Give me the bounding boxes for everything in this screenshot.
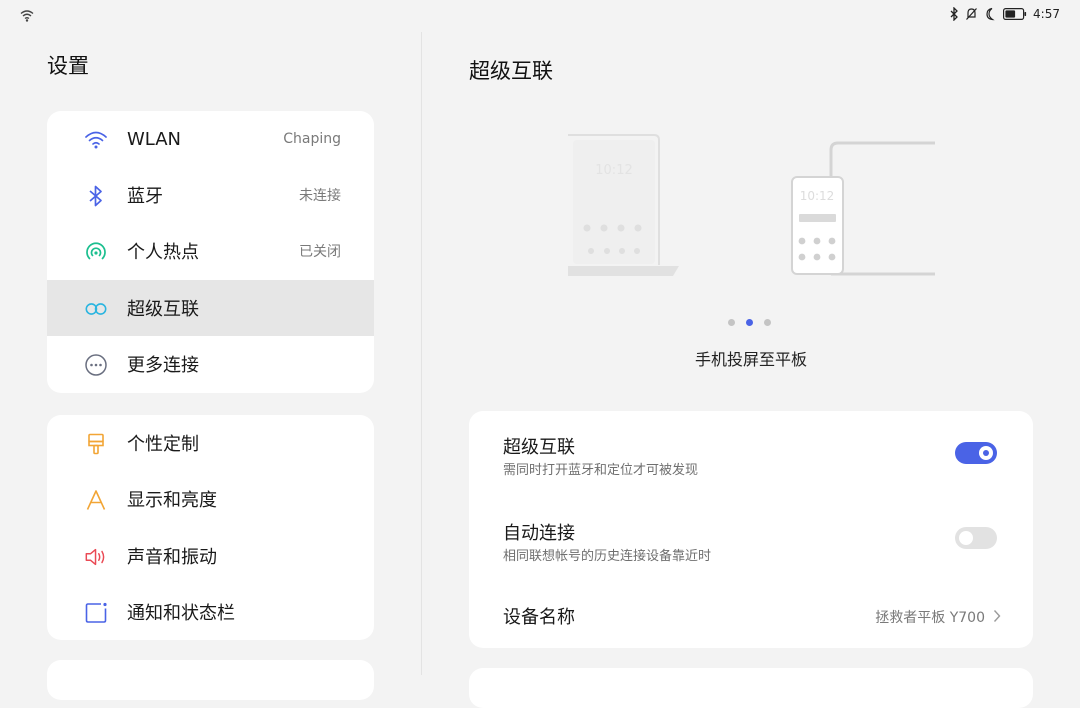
settings-item-label: 超级互联 [127,299,199,320]
settings-item-label: 个人热点 [127,242,199,263]
personalization-card: 个性定制 显示和亮度 声音和振动 通知和状态栏 [47,415,374,640]
chevron-right-icon [993,608,1001,627]
settings-item-label: 显示和亮度 [127,490,217,511]
detail-title: 超级互联 [469,59,553,83]
settings-item-bluetooth[interactable]: 蓝牙 未连接 [47,167,374,223]
carousel-dot[interactable] [764,319,771,326]
moon-icon [986,7,995,21]
row-subtitle: 相同联想帐号的历史连接设备靠近时 [503,549,712,564]
settings-item-value: Chaping [283,131,341,147]
settings-item-label: WLAN [127,128,182,150]
clock-time: 4:57 [1033,7,1060,21]
carousel-dot[interactable] [728,319,735,326]
settings-item-label: 个性定制 [127,434,199,455]
settings-item-more-connections[interactable]: 更多连接 [47,336,374,392]
illustration-clock-text: 10:12 [595,163,632,178]
settings-item-label: 蓝牙 [127,186,163,207]
more-settings-card [47,660,374,700]
toggle-knob [979,446,993,460]
phone-to-tablet-illustration: 10:12 10:12 [565,130,937,282]
row-title: 设备名称 [503,607,575,628]
illustration-clock-text: 10:12 [800,189,835,203]
settings-item-wlan[interactable]: WLAN Chaping [47,111,374,167]
toggle-knob [959,531,973,545]
wifi-status-icon [20,8,34,27]
settings-item-personalization[interactable]: 个性定制 [47,415,374,471]
connections-card: WLAN Chaping 蓝牙 未连接 个人热点 已关闭 超级互联 更多连接 [47,111,374,393]
settings-item-value: 未连接 [299,188,341,204]
settings-item-value: 已关闭 [299,244,341,260]
device-name-row[interactable]: 设备名称 拯救者平板 Y700 [469,583,1033,648]
status-icons: 4:57 [949,7,1060,21]
hotspot-icon [84,240,108,264]
settings-item-super-link[interactable]: 超级互联 [47,280,374,336]
next-settings-card [469,668,1033,708]
auto-connect-toggle[interactable] [955,527,997,549]
bluetooth-icon [84,184,108,208]
settings-item-notifications[interactable]: 通知和状态栏 [47,584,374,640]
device-name-value: 拯救者平板 Y700 [875,610,985,626]
row-title: 超级互联 [503,437,575,458]
illustration-caption: 手机投屏至平板 [694,350,807,369]
super-link-settings-card: 超级互联 需同时打开蓝牙和定位才可被发现 自动连接 相同联想帐号的历史连接设备靠… [469,411,1033,648]
notification-icon [84,601,108,625]
auto-connect-row[interactable]: 自动连接 相同联想帐号的历史连接设备靠近时 [469,497,1033,583]
silent-icon [966,8,977,20]
more-icon [84,353,108,377]
wifi-icon [84,128,108,152]
page-title: 设置 [47,54,89,78]
settings-item-label: 通知和状态栏 [127,603,235,624]
settings-item-label: 声音和振动 [127,547,217,568]
carousel-dot[interactable] [746,319,753,326]
super-link-row[interactable]: 超级互联 需同时打开蓝牙和定位才可被发现 [469,411,1033,497]
carousel-indicator[interactable] [728,319,771,326]
settings-item-sound[interactable]: 声音和振动 [47,528,374,584]
speaker-icon [84,545,108,569]
super-link-toggle[interactable] [955,442,997,464]
settings-item-display[interactable]: 显示和亮度 [47,471,374,527]
settings-item-hotspot[interactable]: 个人热点 已关闭 [47,223,374,279]
bluetooth-status-icon [950,7,958,21]
super-link-icon [84,297,108,321]
brush-icon [84,432,108,456]
settings-item-label: 更多连接 [127,355,199,376]
row-title: 自动连接 [503,523,575,544]
row-subtitle: 需同时打开蓝牙和定位才可被发现 [503,463,699,478]
status-bar: 4:57 [0,0,1080,30]
display-icon [84,488,108,512]
battery-icon [1003,8,1027,20]
